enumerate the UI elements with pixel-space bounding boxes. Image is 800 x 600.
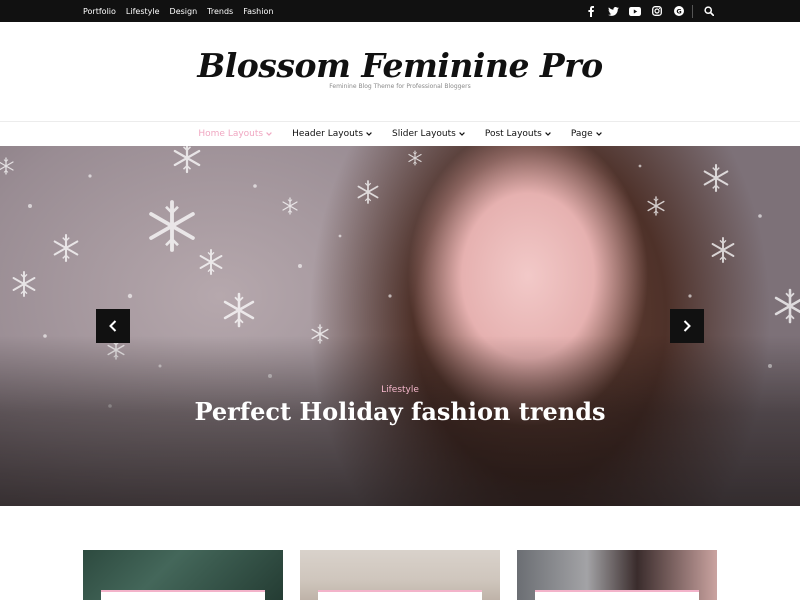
nav-item-label: Header Layouts <box>292 129 364 139</box>
slider-next-button[interactable] <box>670 309 704 343</box>
card-label-box <box>318 590 482 600</box>
top-menu-trends[interactable]: Trends <box>207 7 233 16</box>
facebook-icon[interactable] <box>580 0 602 22</box>
chevron-down-icon <box>595 132 602 136</box>
top-menu-fashion[interactable]: Fashion <box>243 7 273 16</box>
main-navigation: Home Layouts Header Layouts Slider Layou… <box>0 121 800 146</box>
svg-text:G: G <box>676 7 681 15</box>
top-menu-design[interactable]: Design <box>170 7 198 16</box>
featured-card[interactable] <box>517 550 717 600</box>
instagram-icon[interactable] <box>646 0 668 22</box>
top-bar: Portfolio Lifestyle Design Trends Fashio… <box>0 0 800 22</box>
search-icon[interactable] <box>699 0 719 22</box>
nav-item-label: Slider Layouts <box>392 129 456 139</box>
site-tagline: Feminine Blog Theme for Professional Blo… <box>329 83 471 90</box>
google-plus-icon[interactable]: G <box>668 0 690 22</box>
slider-prev-button[interactable] <box>96 309 130 343</box>
site-title[interactable]: Blossom Feminine Pro <box>0 46 800 85</box>
chevron-down-icon <box>266 132 272 136</box>
nav-page[interactable]: Page <box>561 129 612 139</box>
featured-card[interactable] <box>300 550 500 600</box>
top-menu-lifestyle[interactable]: Lifestyle <box>126 7 160 16</box>
nav-item-label: Home Layouts <box>198 129 264 139</box>
card-label-box <box>101 590 265 600</box>
chevron-left-icon <box>109 320 117 332</box>
chevron-down-icon <box>459 132 465 136</box>
chevron-down-icon <box>545 132 551 136</box>
top-menu-portfolio[interactable]: Portfolio <box>83 7 116 16</box>
hero-slider: Lifestyle Perfect Holiday fashion trends <box>0 146 800 506</box>
chevron-right-icon <box>683 320 691 332</box>
top-bar-divider <box>692 5 693 18</box>
card-label-box <box>535 590 699 600</box>
slide-category[interactable]: Lifestyle <box>0 385 800 395</box>
nav-slider-layouts[interactable]: Slider Layouts <box>382 129 475 139</box>
nav-home-layouts[interactable]: Home Layouts <box>188 129 282 139</box>
top-menu: Portfolio Lifestyle Design Trends Fashio… <box>83 0 273 22</box>
nav-item-label: Page <box>570 129 593 139</box>
nav-post-layouts[interactable]: Post Layouts <box>475 129 561 139</box>
chevron-down-icon <box>366 132 372 136</box>
nav-item-label: Post Layouts <box>484 129 542 139</box>
youtube-icon[interactable] <box>624 0 646 22</box>
social-links: G <box>580 0 690 22</box>
slide-title[interactable]: Perfect Holiday fashion trends <box>0 397 800 426</box>
nav-header-layouts[interactable]: Header Layouts <box>282 129 382 139</box>
twitter-icon[interactable] <box>602 0 624 22</box>
featured-card[interactable] <box>83 550 283 600</box>
